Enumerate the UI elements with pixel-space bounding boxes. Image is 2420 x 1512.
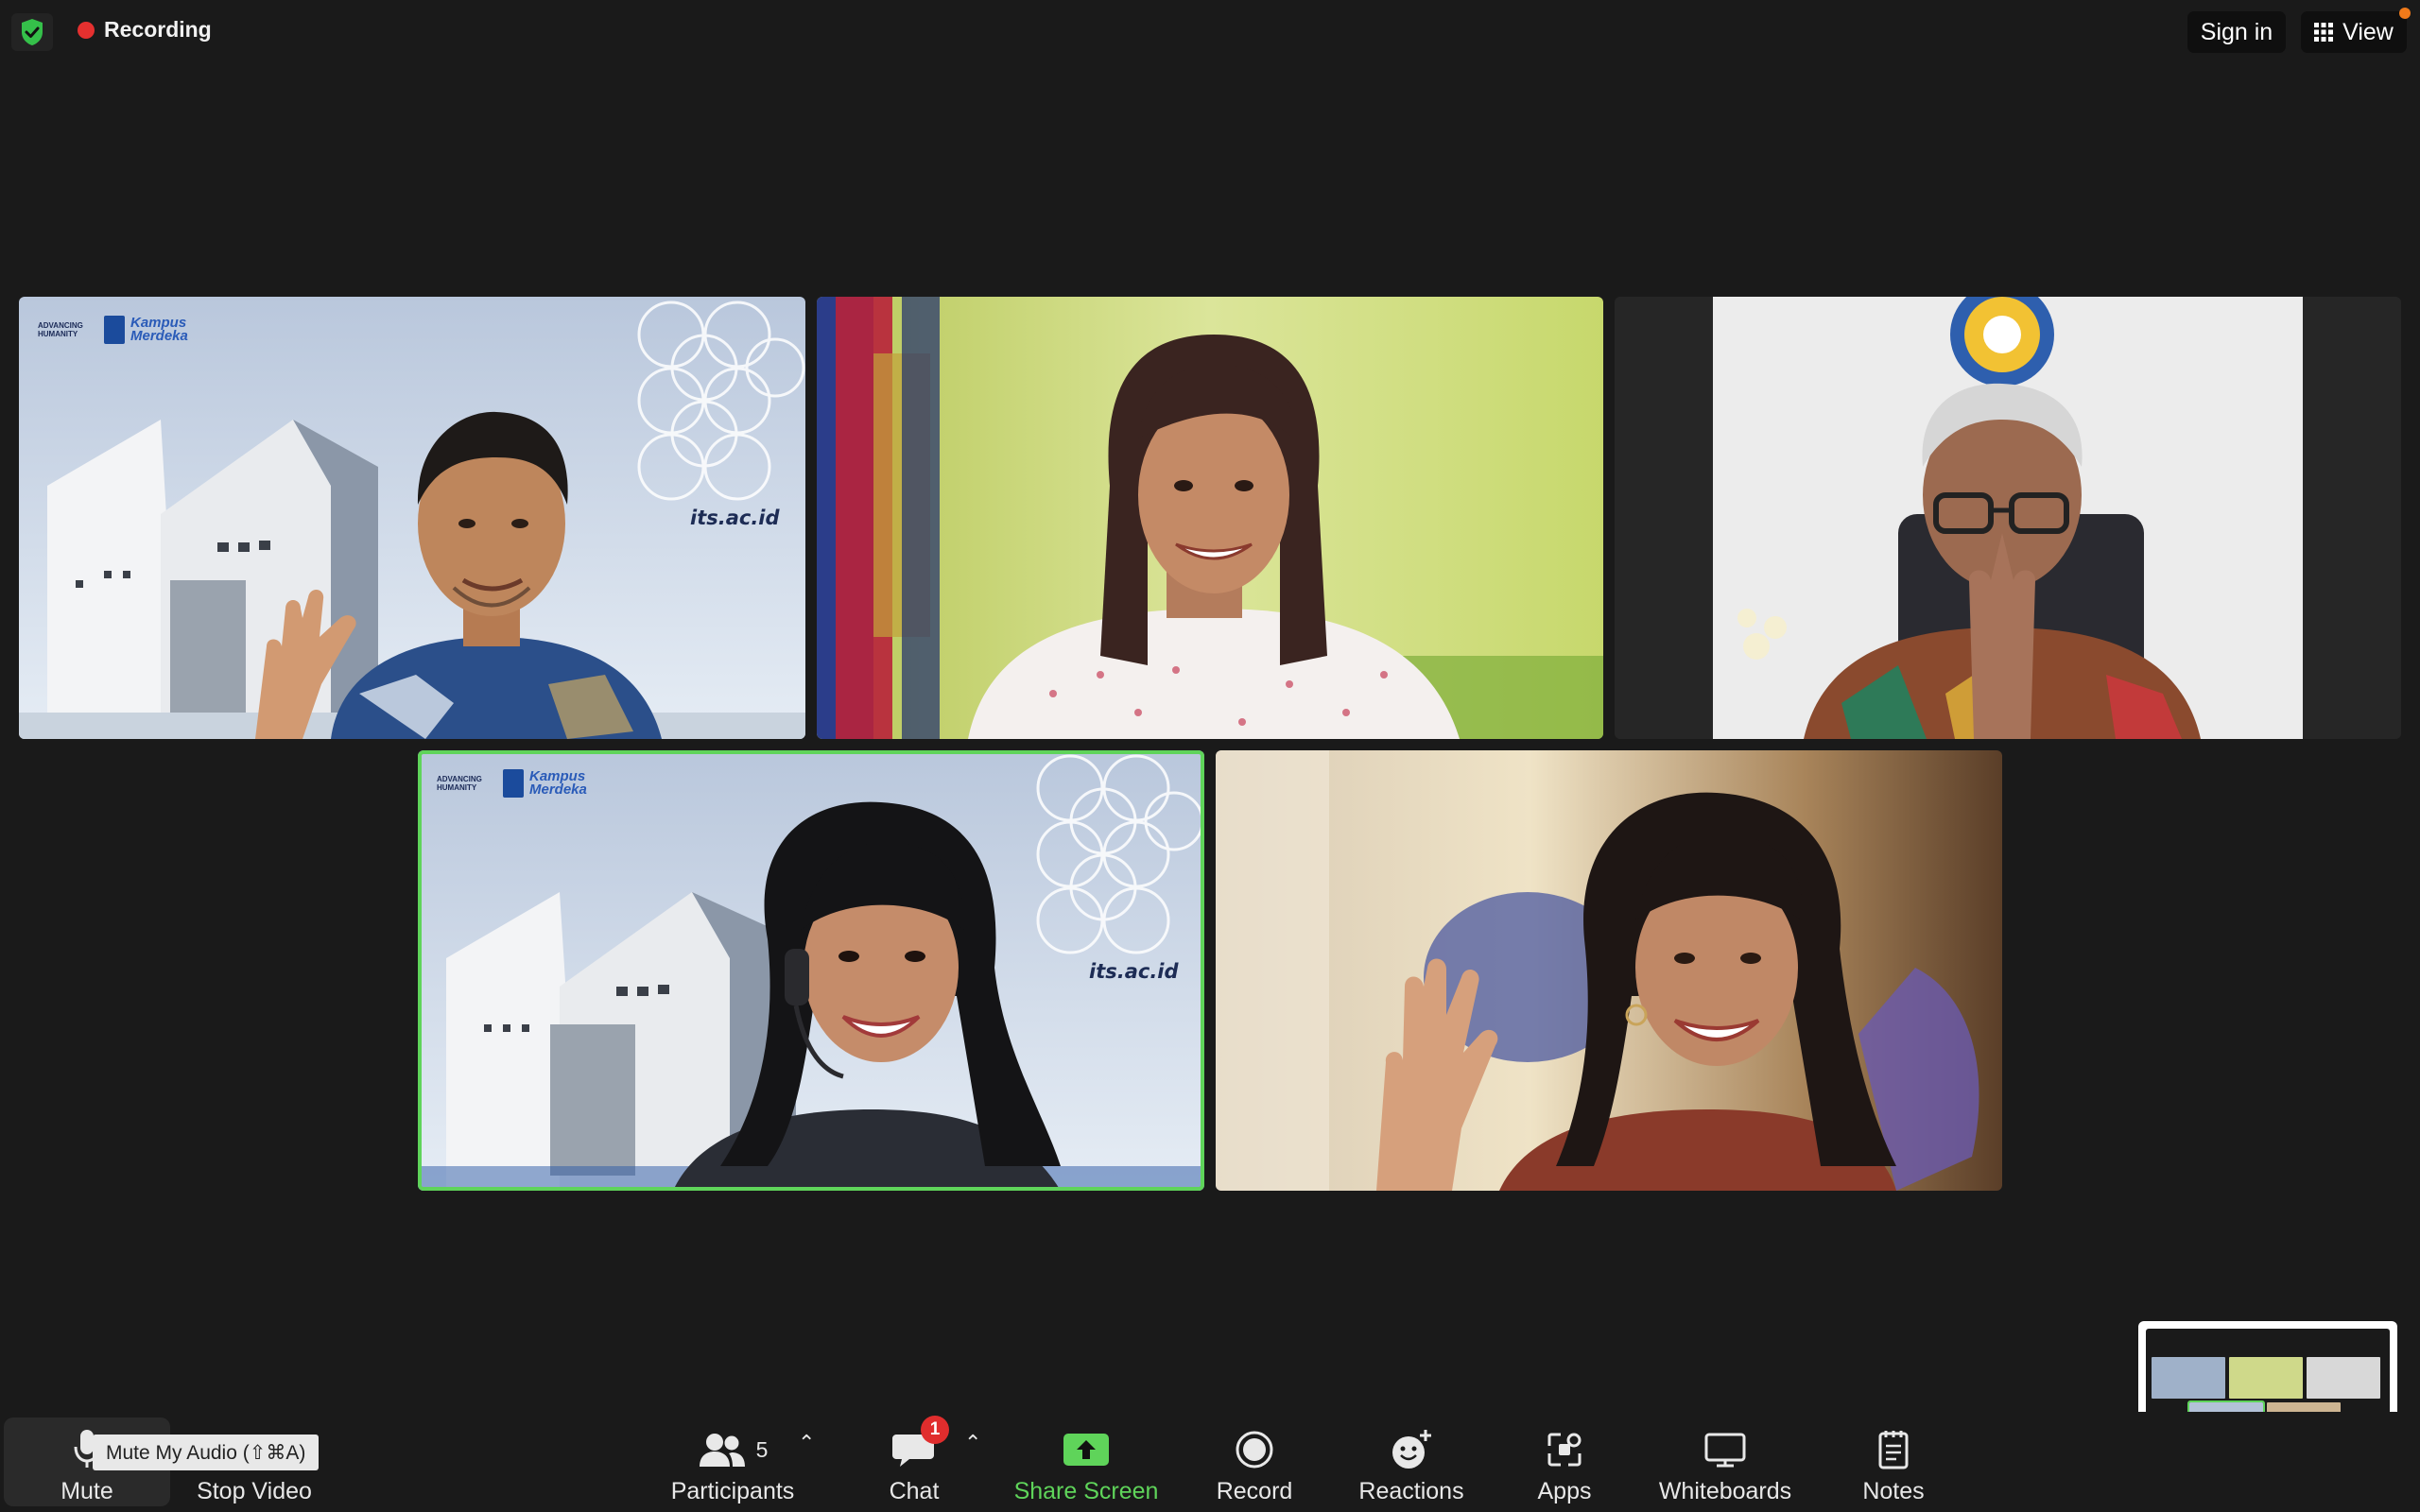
preview-tile-1	[2152, 1357, 2225, 1399]
its-url-label: its.ac.id	[1089, 960, 1179, 983]
mute-tooltip: Mute My Audio (⇧⌘A)	[93, 1435, 320, 1470]
grid-icon	[2314, 23, 2334, 42]
share-screen-button[interactable]: Share Screen	[1006, 1412, 1167, 1512]
participant-3-video	[1615, 297, 2401, 739]
smiley-plus-icon	[1392, 1430, 1431, 1469]
advancing-humanity-text: ADVANCING HUMANITY	[437, 775, 482, 792]
participant-2-video	[817, 297, 1603, 739]
notification-dot	[2399, 8, 2411, 19]
reactions-label: Reactions	[1358, 1478, 1464, 1504]
mute-label: Mute	[60, 1478, 113, 1504]
chat-unread-badge: 1	[921, 1416, 949, 1444]
video-tile-participant-4-active[interactable]: ADVANCING HUMANITY Kampus Merdeka its.ac…	[418, 750, 1204, 1191]
stop-video-label: Stop Video	[197, 1478, 312, 1504]
recording-label: Recording	[104, 17, 212, 42]
participants-label: Participants	[670, 1478, 795, 1504]
reactions-button[interactable]: Reactions	[1348, 1412, 1475, 1512]
record-label: Record	[1216, 1478, 1293, 1504]
whiteboards-button[interactable]: Whiteboards	[1649, 1412, 1802, 1512]
chat-label: Chat	[889, 1478, 940, 1504]
apps-button[interactable]: Apps	[1522, 1412, 1607, 1512]
its-logo	[104, 316, 125, 344]
sign-in-button[interactable]: Sign in	[2187, 11, 2286, 53]
notes-button[interactable]: Notes	[1849, 1412, 1938, 1512]
its-url-label: its.ac.id	[690, 507, 780, 529]
participant-1-video	[19, 297, 805, 739]
notes-label: Notes	[1862, 1478, 1925, 1504]
view-label: View	[2342, 18, 2394, 45]
shield-check-icon[interactable]	[11, 13, 53, 51]
apps-icon	[1547, 1433, 1582, 1467]
notepad-icon	[1878, 1431, 1909, 1469]
advancing-humanity-text: ADVANCING HUMANITY	[38, 321, 83, 338]
participant-4-video	[418, 750, 1204, 1191]
video-tile-participant-5[interactable]	[1216, 750, 2002, 1191]
view-button[interactable]: View	[2301, 11, 2407, 53]
kampus-merdeka-logo: Kampus Merdeka	[529, 768, 587, 798]
its-logo	[503, 769, 524, 798]
record-circle-icon	[1236, 1431, 1273, 1469]
whiteboards-label: Whiteboards	[1658, 1478, 1792, 1504]
people-icon	[699, 1434, 745, 1467]
preview-tile-3	[2307, 1357, 2380, 1399]
whiteboard-icon	[1704, 1433, 1746, 1468]
recording-indicator[interactable]: Recording	[78, 17, 212, 43]
record-button[interactable]: Record	[1206, 1412, 1303, 1512]
participants-count: 5	[755, 1436, 769, 1462]
chat-options-chevron-up-icon[interactable]: ⌃	[964, 1431, 981, 1455]
zoom-meeting-window: Recording Sign in View ADVANCING HUMANIT…	[0, 0, 2420, 1512]
video-tile-participant-1[interactable]: ADVANCING HUMANITY Kampus Merdeka its.ac…	[19, 297, 805, 739]
video-tile-participant-2[interactable]	[817, 297, 1603, 739]
participant-5-video	[1216, 750, 2002, 1191]
sign-in-label: Sign in	[2200, 18, 2273, 45]
its-logo-strip: ADVANCING HUMANITY Kampus Merdeka	[38, 316, 197, 344]
apps-label: Apps	[1537, 1478, 1592, 1504]
share-screen-label: Share Screen	[1013, 1478, 1159, 1504]
kampus-merdeka-logo: Kampus Merdeka	[130, 315, 188, 344]
participants-button[interactable]: 5 Participants	[656, 1412, 809, 1512]
participants-options-chevron-up-icon[interactable]: ⌃	[798, 1431, 815, 1455]
recording-dot-icon	[78, 21, 95, 39]
video-tile-participant-3[interactable]	[1615, 297, 2401, 739]
its-logo-strip: ADVANCING HUMANITY Kampus Merdeka	[437, 769, 596, 798]
preview-tile-2	[2229, 1357, 2303, 1399]
up-arrow-screen-icon	[1063, 1434, 1109, 1466]
